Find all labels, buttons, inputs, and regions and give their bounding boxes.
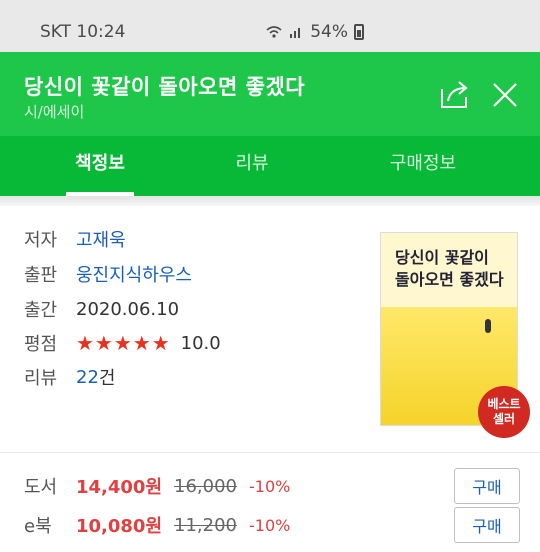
- publisher-link[interactable]: 웅진지식하우스: [76, 261, 192, 287]
- share-icon[interactable]: [438, 77, 472, 111]
- date-label: 출간: [24, 300, 58, 321]
- author-label: 저자: [24, 230, 58, 251]
- badge-line2: 셀러: [492, 412, 516, 426]
- publish-date: 2020.06.10: [76, 298, 180, 320]
- sale-price-book: 14,400원: [76, 477, 163, 498]
- close-icon[interactable]: [489, 79, 521, 111]
- app-header: 당신이 꽃같이 돌아오면 좋겠다 시/에세이: [0, 52, 540, 136]
- price-label-ebook: e북: [24, 516, 52, 537]
- sale-price-ebook: 10,080원: [76, 516, 163, 537]
- cover-figure: [485, 319, 491, 333]
- battery-level: 54%: [310, 22, 348, 42]
- buy-book-button[interactable]: 구매: [454, 468, 520, 504]
- author-row: 저자 고재욱: [24, 222, 126, 256]
- section-divider: [0, 196, 540, 206]
- status-right: 54%: [266, 22, 364, 42]
- tab-bar: 책정보 리뷰 구매정보: [0, 136, 540, 196]
- date-row: 출간 2020.06.10: [24, 292, 179, 326]
- carrier: SKT: [40, 22, 72, 42]
- discount-ebook: -10%: [249, 515, 291, 535]
- book-category: 시/에세이: [24, 103, 85, 121]
- buy-ebook-button[interactable]: 구매: [454, 507, 520, 543]
- discount-book: -10%: [249, 476, 291, 496]
- tab-reviews[interactable]: 리뷰: [222, 136, 282, 196]
- price-row-book: 도서 14,400원 16,000 -10% 구매: [24, 468, 520, 504]
- rating-row: 평점 ★★★★★ 10.0: [24, 326, 221, 360]
- clock: 10:24: [76, 22, 126, 42]
- tab-purchase-info[interactable]: 구매정보: [380, 136, 466, 196]
- price-label-book: 도서: [24, 477, 58, 498]
- publisher-label: 출판: [24, 265, 58, 286]
- wifi-icon: [266, 26, 282, 38]
- review-count[interactable]: 22: [76, 367, 99, 388]
- signal-icon: [290, 28, 301, 38]
- rating-stars: ★★★★★: [76, 331, 171, 355]
- rating-label: 평점: [24, 334, 58, 355]
- badge-line1: 베스트: [487, 397, 521, 411]
- cover-title-line2: 돌아오면 좋겠다: [395, 270, 504, 289]
- status-bar: SKT 10:24 54%: [0, 0, 540, 52]
- battery-icon: [354, 24, 364, 40]
- rating-value: 10.0: [180, 332, 221, 354]
- review-label: 리뷰: [24, 368, 58, 389]
- tab-book-info[interactable]: 책정보: [66, 136, 134, 196]
- price-divider: [0, 452, 540, 453]
- author-link[interactable]: 고재욱: [76, 226, 126, 252]
- publisher-row: 출판 웅진지식하우스: [24, 257, 192, 291]
- original-price-ebook: 11,200: [174, 514, 238, 536]
- review-row: 리뷰 22 건: [24, 360, 115, 394]
- price-row-ebook: e북 10,080원 11,200 -10% 구매: [24, 507, 520, 543]
- book-title: 당신이 꽃같이 돌아오면 좋겠다: [24, 75, 306, 99]
- review-unit: 건: [98, 368, 116, 389]
- status-left: SKT 10:24: [40, 22, 125, 42]
- bestseller-badge: 베스트 셀러: [478, 386, 530, 438]
- cover-title: 당신이 꽃같이 돌아오면 좋겠다: [395, 247, 504, 291]
- original-price-book: 16,000: [174, 475, 238, 497]
- cover-title-line1: 당신이 꽃같이: [395, 248, 489, 267]
